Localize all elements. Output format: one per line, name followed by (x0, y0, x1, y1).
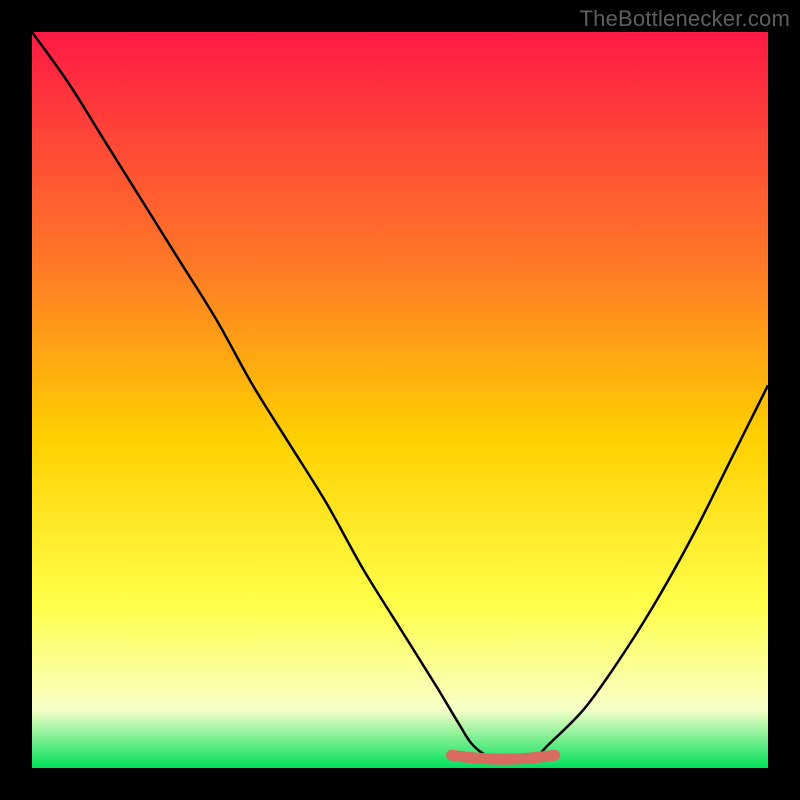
chart-frame (32, 32, 768, 768)
bottleneck-chart (32, 32, 768, 768)
gradient-background (32, 32, 768, 768)
watermark-text: TheBottlenecker.com (580, 6, 790, 32)
optimal-range-marker (452, 755, 555, 759)
